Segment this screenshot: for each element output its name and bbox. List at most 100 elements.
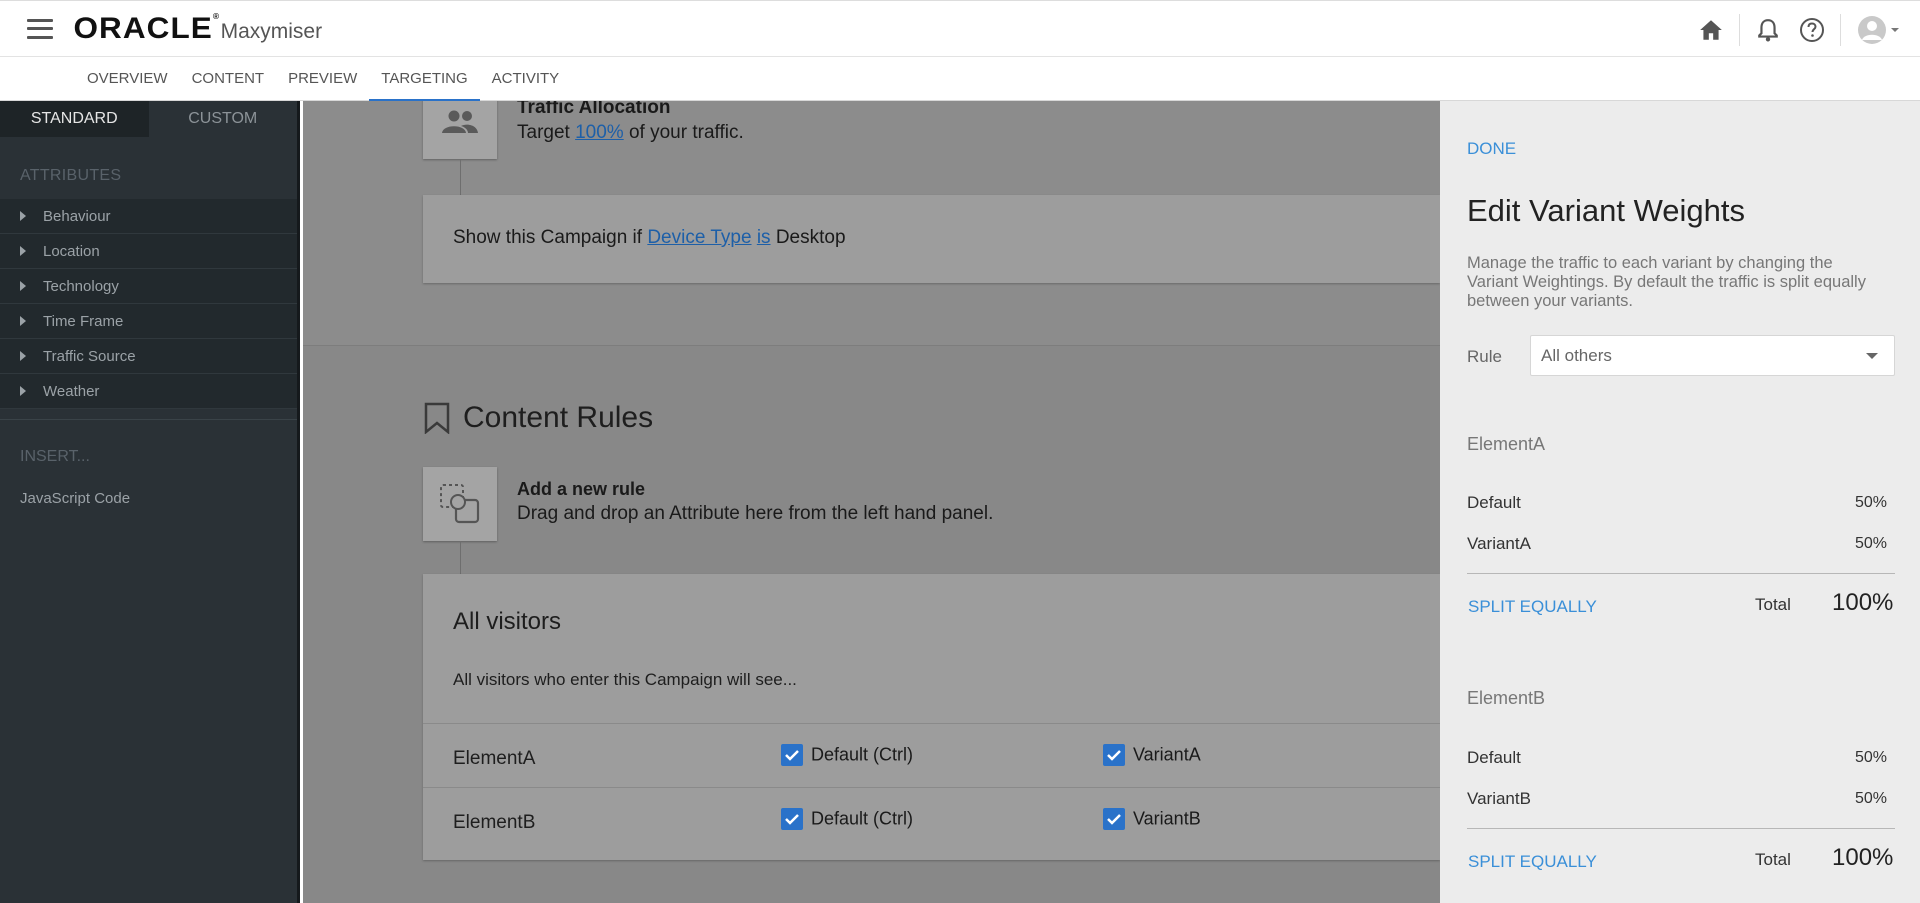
dropdown-arrow-icon [1866,353,1878,359]
connector-line [460,541,461,576]
weight-value[interactable]: 50% [1855,494,1895,512]
tab-activity[interactable]: ACTIVITY [480,57,572,101]
caret-right-icon [20,211,26,221]
element-name: ElementA [453,748,536,769]
variant-name: VariantB [1467,789,1531,808]
tab-overview[interactable]: OVERVIEW [75,57,180,101]
divider [0,419,297,420]
divider [1467,828,1895,829]
checkmark-icon [1107,814,1121,825]
caret-right-icon [20,316,26,326]
new-rule-drop-zone[interactable] [423,467,497,541]
table-row: ElementB Default (Ctrl) VariantB [423,788,1440,851]
variant-checkbox[interactable] [1103,808,1125,830]
condition-value: Desktop [775,227,846,248]
traffic-icon-box [423,101,497,159]
total-label: Total [1755,595,1791,614]
people-icon [442,110,478,133]
condition-prefix: Show this Campaign if [453,227,643,248]
oracle-logo: ORACLE® [73,11,221,45]
variant-checkbox[interactable] [1103,744,1125,766]
javascript-code-item[interactable]: JavaScript Code [0,490,297,507]
home-icon[interactable] [1695,14,1727,46]
campaign-tabs: OVERVIEW CONTENT PREVIEW TARGETING ACTIV… [0,57,1920,102]
avatar-icon [1858,15,1886,44]
product-name: Maxymiser [220,19,323,43]
variant-label: VariantB [1133,808,1201,829]
panel-title: Edit Variant Weights [1467,193,1745,228]
connector-line [460,159,461,195]
weight-value[interactable]: 50% [1855,535,1895,553]
group-title-elementa: ElementA [1467,434,1546,454]
attribute-item-traffic-source[interactable]: Traffic Source [0,339,297,374]
new-rule: Add a new rule Drag and drop an Attribut… [517,479,993,525]
operator-link[interactable]: is [757,227,771,248]
attribute-item-location[interactable]: Location [0,234,297,269]
checkmark-icon [785,750,799,761]
content-rules-section: Content Rules Add a new rule Drag and dr… [303,345,1440,903]
attribute-item-behaviour[interactable]: Behaviour [0,199,297,234]
chevron-down-icon [1891,27,1899,32]
divider [1467,573,1895,574]
panel-description: Manage the traffic to each variant by ch… [1467,254,1866,310]
variant-name: Default [1467,493,1521,512]
variant-name: VariantA [1467,534,1531,553]
all-visitors-description: All visitors who enter this Campaign wil… [453,670,797,689]
group-title-elementb: ElementB [1467,688,1546,708]
tab-standard[interactable]: STANDARD [0,101,149,137]
done-button[interactable]: DONE [1467,139,1516,159]
traffic-allocation-title: Traffic Allocation [517,101,671,118]
split-equally-button[interactable]: SPLIT EQUALLY [1468,852,1597,872]
total-value: 100% [1832,589,1894,616]
tab-preview[interactable]: PREVIEW [276,57,369,101]
rule-label: Rule [1467,347,1502,366]
all-visitors-card: All visitors All visitors who enter this… [423,574,1440,860]
rule-select[interactable]: All others [1530,335,1895,376]
attribute-item-weather[interactable]: Weather [0,374,297,409]
default-checkbox[interactable] [781,808,803,830]
attribute-item-time-frame[interactable]: Time Frame [0,304,297,339]
drag-drop-icon [440,484,480,524]
default-checkbox[interactable] [781,744,803,766]
total-value: 100% [1832,844,1894,871]
rule-select-value: All others [1541,345,1612,365]
caret-right-icon [20,281,26,291]
attribute-type-tabs: STANDARD CUSTOM [0,101,297,137]
attributes-panel: STANDARD CUSTOM ATTRIBUTES Behaviour Loc… [0,101,300,903]
default-label: Default (Ctrl) [811,744,914,765]
traffic-percent-link[interactable]: 100% [575,122,624,143]
attributes-heading: ATTRIBUTES [20,167,122,184]
checkmark-icon [1107,750,1121,761]
user-menu[interactable] [1857,15,1900,45]
tab-targeting[interactable]: TARGETING [369,57,481,102]
header-actions [1683,1,1900,58]
tab-content[interactable]: CONTENT [180,57,277,101]
new-rule-hint: Drag and drop an Attribute here from the… [517,503,994,524]
weight-value[interactable]: 50% [1855,749,1895,767]
bell-icon[interactable] [1752,14,1784,46]
checkmark-icon [785,814,799,825]
traffic-prefix: Target [517,122,570,143]
content-rules-title: Content Rules [463,401,654,434]
header-divider [1840,13,1841,46]
weight-row: Default 50% [1467,748,1895,768]
element-name: ElementB [453,812,536,833]
traffic-allocation: Traffic Allocation Target 100% of your t… [517,101,744,144]
caret-right-icon [20,351,26,361]
device-type-link[interactable]: Device Type [647,227,751,248]
traffic-suffix: of your traffic. [628,122,744,143]
weight-row: VariantB 50% [1467,789,1895,809]
hamburger-menu-icon[interactable] [27,18,53,39]
new-rule-title: Add a new rule [517,479,646,499]
edit-variant-weights-panel: DONE Edit Variant Weights Manage the tra… [1440,101,1920,903]
attribute-list: Behaviour Location Technology Time Frame… [0,199,297,409]
weight-value[interactable]: 50% [1855,790,1895,808]
table-row: ElementA Default (Ctrl) VariantA [423,724,1440,787]
split-equally-button[interactable]: SPLIT EQUALLY [1468,597,1597,617]
caret-right-icon [20,386,26,396]
targeting-canvas: Traffic Allocation Target 100% of your t… [303,101,1440,903]
help-icon[interactable] [1796,14,1828,46]
tab-custom[interactable]: CUSTOM [148,101,297,137]
campaign-condition-card: Show this Campaign if Device Type is Des… [423,195,1440,283]
attribute-item-technology[interactable]: Technology [0,269,297,304]
